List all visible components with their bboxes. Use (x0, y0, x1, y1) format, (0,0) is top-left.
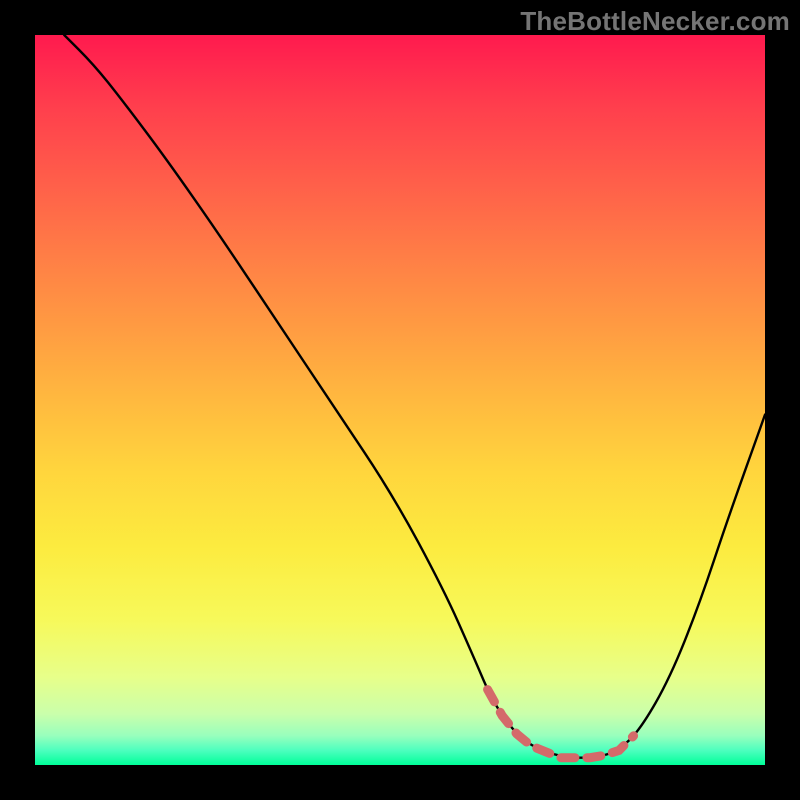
curve-layer (35, 35, 765, 765)
flat-region-highlight (488, 690, 634, 758)
watermark-text: TheBottleNecker.com (520, 6, 790, 37)
bottleneck-curve (64, 35, 765, 758)
plot-area (35, 35, 765, 765)
chart-frame: TheBottleNecker.com (0, 0, 800, 800)
